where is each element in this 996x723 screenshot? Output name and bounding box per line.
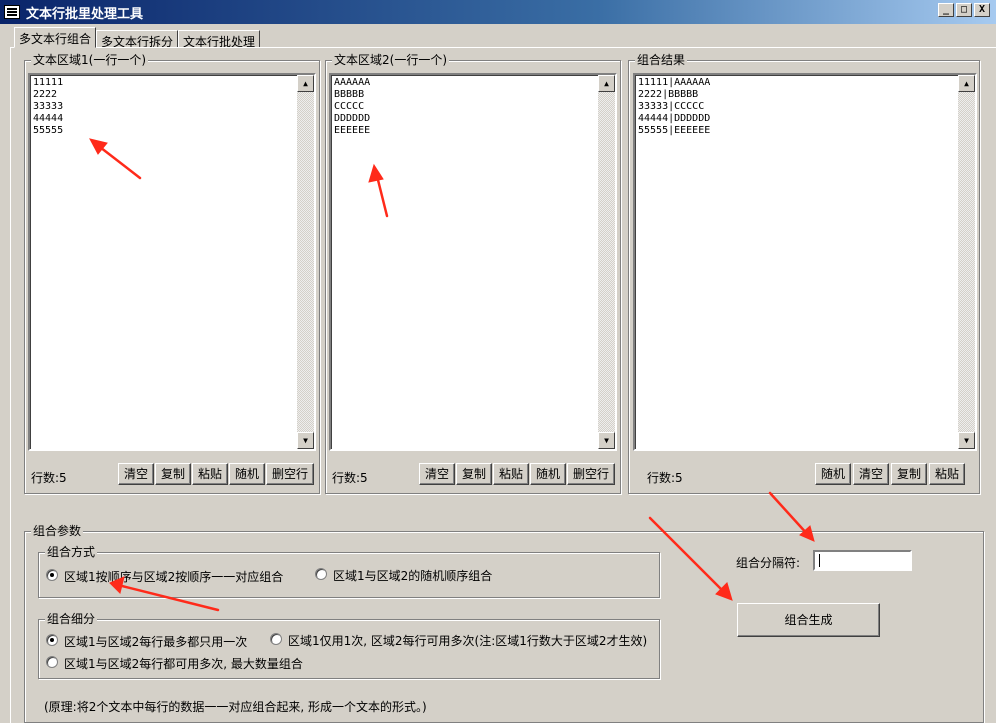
mode-sequential-label[interactable]: 区域1按顺序与区域2按顺序一一对应组合 <box>64 568 283 585</box>
clear-button-result[interactable]: 清空 <box>853 463 889 485</box>
result-text-area[interactable]: 11111|AAAAAA 2222|BBBBB 33333|CCCCC 4444… <box>633 73 977 451</box>
text-line: 2222 <box>33 89 58 100</box>
combine-mode-legend: 组合方式 <box>45 545 98 559</box>
clear-button-1[interactable]: 清空 <box>118 463 154 485</box>
scroll-down-icon[interactable]: ▼ <box>598 432 615 449</box>
text-area-1[interactable]: 11111 2222 33333 44444 55555 ▲ ▼ <box>28 73 316 451</box>
scroll-up-icon[interactable]: ▲ <box>958 75 975 92</box>
detail-area1-once-radio[interactable] <box>270 633 282 645</box>
text-line: 11111|AAAAAA <box>638 77 711 88</box>
text-line: 44444|DDDDDD <box>638 113 711 124</box>
detail-max-label[interactable]: 区域1与区域2每行都可用多次, 最大数量组合 <box>64 655 303 672</box>
remove-empty-lines-button-2[interactable]: 删空行 <box>567 463 615 485</box>
minimize-button[interactable]: _ <box>938 3 954 17</box>
combine-params-group: 组合参数 组合方式 区域1按顺序与区域2按顺序一一对应组合 区域1与区域2的随机… <box>24 524 984 723</box>
text-line: BBBBB <box>334 89 365 100</box>
generate-combination-button[interactable]: 组合生成 <box>737 603 880 637</box>
paste-button-result[interactable]: 粘贴 <box>929 463 965 485</box>
mode-random-label[interactable]: 区域1与区域2的随机顺序组合 <box>333 567 492 584</box>
text-line: EEEEEE <box>334 125 371 136</box>
scroll-down-icon[interactable]: ▼ <box>958 432 975 449</box>
copy-button-result[interactable]: 复制 <box>891 463 927 485</box>
tab-multi-line-combine[interactable]: 多文本行组合 <box>14 27 97 48</box>
tab-multi-line-split[interactable]: 多文本行拆分 <box>96 30 179 49</box>
tab-strip: 多文本行组合 多文本行拆分 文本行批处理 <box>14 27 261 49</box>
text-line: AAAAAA <box>334 77 371 88</box>
maximize-button[interactable]: □ <box>956 3 972 17</box>
random-button-1[interactable]: 随机 <box>229 463 265 485</box>
title-bar: 文本行批里处理工具 _ □ X <box>0 0 996 24</box>
text-line: 55555 <box>33 125 64 136</box>
remove-empty-lines-button-1[interactable]: 删空行 <box>266 463 314 485</box>
detail-max-radio[interactable] <box>46 656 58 668</box>
line-count-2: 行数:5 <box>332 471 368 485</box>
combine-params-legend: 组合参数 <box>31 524 84 538</box>
vertical-scrollbar[interactable]: ▲ ▼ <box>297 75 314 449</box>
result-group: 组合结果 11111|AAAAAA 2222|BBBBB 33333|CCCCC… <box>628 53 980 494</box>
text-area-2-legend: 文本区域2(一行一个) <box>332 53 449 67</box>
text-line: 33333 <box>33 101 64 112</box>
app-icon <box>4 5 20 19</box>
scroll-down-icon[interactable]: ▼ <box>297 432 314 449</box>
text-area-1-legend: 文本区域1(一行一个) <box>31 53 148 67</box>
text-line: 33333|CCCCC <box>638 101 705 112</box>
text-area-1-group: 文本区域1(一行一个) 11111 2222 33333 44444 55555… <box>24 53 320 494</box>
separator-label: 组合分隔符: <box>736 556 801 570</box>
vertical-scrollbar[interactable]: ▲ ▼ <box>598 75 615 449</box>
text-line: 11111 <box>33 77 64 88</box>
scroll-up-icon[interactable]: ▲ <box>598 75 615 92</box>
close-button[interactable]: X <box>974 3 990 17</box>
window-title: 文本行批里处理工具 <box>26 6 144 22</box>
text-line: 55555|EEEEEE <box>638 125 711 136</box>
text-line: DDDDDD <box>334 113 371 124</box>
combine-detail-legend: 组合细分 <box>45 612 98 626</box>
text-line: 44444 <box>33 113 64 124</box>
detail-area1-once-label[interactable]: 区域1仅用1次, 区域2每行可用多次(注:区域1行数大于区域2才生效) <box>288 632 647 649</box>
mode-sequential-radio[interactable] <box>46 569 58 581</box>
mode-random-radio[interactable] <box>315 568 327 580</box>
vertical-scrollbar[interactable]: ▲ ▼ <box>958 75 975 449</box>
copy-button-2[interactable]: 复制 <box>456 463 492 485</box>
paste-button-1[interactable]: 粘贴 <box>192 463 228 485</box>
result-legend: 组合结果 <box>635 53 688 67</box>
copy-button-1[interactable]: 复制 <box>155 463 191 485</box>
tab-line-batch[interactable]: 文本行批处理 <box>178 30 261 49</box>
text-line: CCCCC <box>334 101 365 112</box>
text-caret <box>819 554 820 567</box>
text-line: 2222|BBBBB <box>638 89 699 100</box>
text-area-2-group: 文本区域2(一行一个) AAAAAA BBBBB CCCCC DDDDDD EE… <box>325 53 621 494</box>
scroll-up-icon[interactable]: ▲ <box>297 75 314 92</box>
window-controls: _ □ X <box>938 3 990 17</box>
clear-button-2[interactable]: 清空 <box>419 463 455 485</box>
combine-mode-group: 组合方式 区域1按顺序与区域2按顺序一一对应组合 区域1与区域2的随机顺序组合 <box>38 545 660 598</box>
line-count-1: 行数:5 <box>31 471 67 485</box>
text-area-2[interactable]: AAAAAA BBBBB CCCCC DDDDDD EEEEEE ▲ ▼ <box>329 73 617 451</box>
separator-input[interactable] <box>813 550 912 571</box>
detail-once-radio[interactable] <box>46 634 58 646</box>
principle-note: (原理:将2个文本中每行的数据一一对应组合起来, 形成一个文本的形式。) <box>44 700 427 714</box>
combine-detail-group: 组合细分 区域1与区域2每行最多都只用一次 区域1仅用1次, 区域2每行可用多次… <box>38 612 660 679</box>
paste-button-2[interactable]: 粘贴 <box>493 463 529 485</box>
random-button-result[interactable]: 随机 <box>815 463 851 485</box>
line-count-result: 行数:5 <box>647 471 683 485</box>
random-button-2[interactable]: 随机 <box>530 463 566 485</box>
detail-once-label[interactable]: 区域1与区域2每行最多都只用一次 <box>64 633 247 650</box>
